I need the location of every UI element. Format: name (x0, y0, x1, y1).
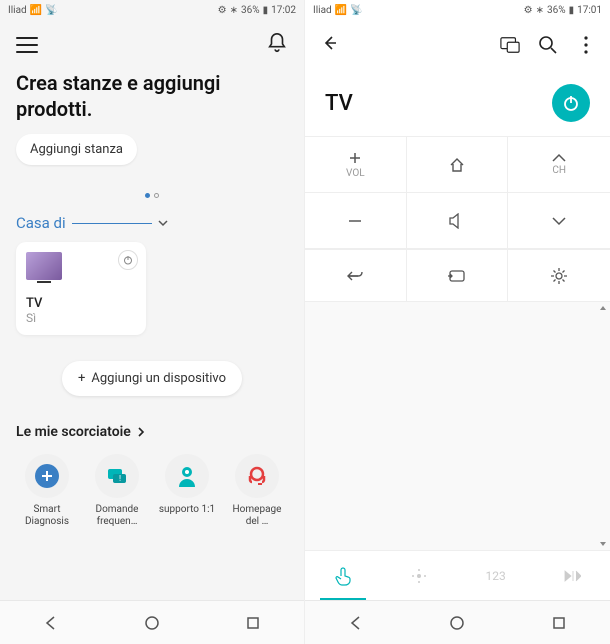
shortcut-faq[interactable]: ! Domande frequen… (86, 454, 148, 528)
device-name: TV (26, 296, 136, 311)
tab-playback[interactable] (534, 551, 610, 600)
house-label: Casa di (16, 214, 66, 232)
channel-down-button[interactable] (508, 193, 610, 249)
svg-text:!: ! (119, 474, 121, 483)
carrier-label: Iliad (8, 5, 27, 16)
right-screen: Iliad 📶 📡 ⚙ ∗ 36% ▮ 17:01 TV (305, 0, 610, 644)
carrier-label: Iliad (313, 5, 332, 16)
volume-down-button[interactable] (305, 193, 407, 249)
house-selector[interactable]: Casa di (16, 214, 288, 232)
shortcuts-row: Smart Diagnosis ! Domande frequen… suppo… (16, 454, 288, 528)
add-room-button[interactable]: Aggiungi stanza (16, 134, 137, 165)
mute-button[interactable] (407, 193, 509, 249)
time-label: 17:01 (577, 5, 602, 16)
signal-icon: 📶 (335, 5, 347, 16)
power-button[interactable] (552, 84, 590, 122)
device-title: TV (325, 91, 353, 116)
remote-mode-tabs: 123 (305, 550, 610, 600)
search-button[interactable] (538, 35, 558, 55)
nav-home-button[interactable] (141, 612, 163, 634)
tab-dpad[interactable] (381, 551, 457, 600)
time-label: 17:02 (271, 5, 296, 16)
nav-home-button[interactable] (446, 612, 468, 634)
bluetooth-icon: ⚙ (218, 5, 227, 16)
android-navbar (0, 600, 304, 644)
nav-recent-button[interactable] (548, 612, 570, 634)
menu-button[interactable] (16, 37, 38, 53)
battery-label: 36% (547, 5, 566, 16)
status-bar: Iliad 📶 📡 ⚙ ∗ 36% ▮ 17:01 (305, 0, 610, 20)
app-header (0, 20, 304, 70)
device-title-row: TV (305, 70, 610, 136)
status-bar: Iliad 📶 📡 ⚙ ∗ 36% ▮ 17:02 (0, 0, 304, 20)
touchpad-area[interactable] (305, 302, 610, 550)
android-navbar (305, 600, 610, 644)
remote-header (305, 20, 610, 70)
left-screen: Iliad 📶 📡 ⚙ ∗ 36% ▮ 17:02 Crea stanze e … (0, 0, 305, 644)
wifi-icon: 📡 (350, 5, 362, 16)
ch-label: CH (552, 165, 566, 176)
remote-back-button[interactable] (305, 250, 407, 302)
add-device-button[interactable]: + Aggiungi un dispositivo (62, 361, 242, 396)
vol-label: VOL (346, 168, 365, 179)
shortcut-smart-diagnosis[interactable]: Smart Diagnosis (16, 454, 78, 528)
nav-recent-button[interactable] (242, 612, 264, 634)
battery-icon: ▮ (263, 5, 269, 16)
bt-icon: ∗ (536, 5, 544, 16)
volume-up-button[interactable]: VOL (305, 137, 407, 193)
device-status: Sì (26, 311, 136, 325)
gear-icon: ⚙ (524, 5, 533, 16)
cast-button[interactable] (500, 35, 520, 55)
home-button[interactable] (407, 137, 509, 193)
shortcuts-header[interactable]: Le mie scorciatoie (16, 424, 288, 440)
page-title: Crea stanze e aggiungi prodotti. (16, 70, 288, 122)
device-power-button[interactable] (118, 250, 138, 270)
nav-back-button[interactable] (345, 612, 367, 634)
bt-icon: ∗ (230, 5, 238, 16)
battery-label: 36% (241, 5, 260, 16)
nav-back-button[interactable] (40, 612, 62, 634)
remote-grid: VOL CH (305, 136, 610, 249)
remote-grid-2 (305, 249, 610, 302)
shortcut-homepage[interactable]: Homepage del … (226, 454, 288, 528)
input-button[interactable] (407, 250, 509, 302)
settings-button[interactable] (508, 250, 610, 302)
tab-numpad[interactable]: 123 (458, 551, 534, 600)
chevron-down-icon (158, 218, 168, 228)
shortcut-support[interactable]: supporto 1:1 (156, 454, 218, 528)
more-button[interactable] (576, 35, 596, 55)
notifications-button[interactable] (266, 32, 288, 58)
back-button[interactable] (319, 33, 339, 57)
wifi-icon: 📡 (45, 5, 57, 16)
plus-icon: + (78, 371, 85, 386)
main-content: Crea stanze e aggiungi prodotti. Aggiung… (0, 70, 304, 600)
signal-icon: 📶 (30, 5, 42, 16)
channel-up-button[interactable]: CH (508, 137, 610, 193)
scroll-indicator (600, 306, 606, 546)
device-card-tv[interactable]: TV Sì (16, 242, 146, 335)
battery-icon: ▮ (569, 5, 575, 16)
tab-touch[interactable] (305, 551, 381, 600)
page-indicator (16, 183, 288, 202)
chevron-right-icon (137, 427, 145, 437)
tv-icon (26, 252, 62, 280)
